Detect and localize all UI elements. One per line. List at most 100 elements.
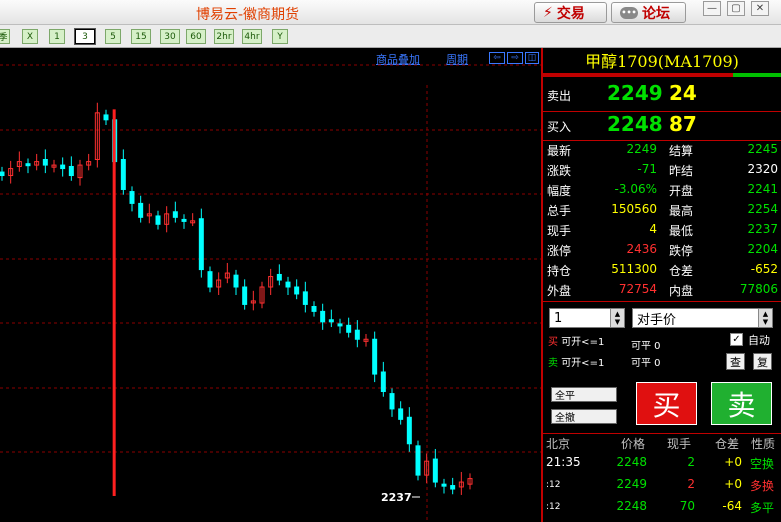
price-type-select[interactable]: 对手价 ▲ ▼ [632, 308, 773, 328]
divider [543, 140, 781, 141]
candle-body [233, 274, 239, 288]
ask-price: 2249 [607, 81, 663, 105]
forum-button[interactable]: ••• 论坛 [611, 2, 686, 23]
tick-vol: 2 [687, 477, 695, 491]
period-button-2[interactable]: 1 [49, 29, 65, 44]
period-button-0[interactable]: 季 [0, 29, 10, 44]
stat-value: 4 [649, 222, 657, 236]
quote-panel: 甲醇1709(MA1709) 卖出 2249 24 买入 2248 87 最新 2… [541, 48, 781, 522]
auto-checkbox[interactable]: ✓ [730, 333, 743, 346]
close-icon[interactable]: ✕ [751, 1, 769, 16]
stat-value: -71 [637, 162, 657, 176]
stat-label: 内盘 [669, 284, 694, 298]
price-type-spinner-icon[interactable]: ▲ ▼ [758, 309, 772, 327]
maximize-icon[interactable]: ▢ [727, 1, 745, 16]
auto-label: 自动 [748, 334, 770, 347]
candle-body [372, 338, 378, 375]
stat-label: 涨跌 [547, 164, 572, 178]
quantity-spinner-icon[interactable]: ▲ ▼ [610, 309, 624, 327]
candle-body [276, 273, 282, 281]
buy-info-row: 买 可开<=1 [548, 333, 604, 348]
tick-time: :12 [546, 480, 561, 490]
period-button-7[interactable]: 60 [186, 29, 206, 44]
stat-value: 2237 [747, 222, 778, 236]
chat-bubble-icon: ••• [620, 6, 638, 19]
quantity-value: 1 [554, 310, 563, 326]
minimize-icon[interactable]: — [703, 1, 721, 16]
forum-label: 论坛 [642, 5, 670, 22]
period-button-5[interactable]: 15 [131, 29, 151, 44]
period-button-3[interactable]: 3 [74, 28, 96, 45]
candle-body [207, 271, 213, 288]
candle-body [68, 165, 74, 177]
sell-close: 可平 0 [631, 358, 661, 369]
period-button-8[interactable]: 2hr [214, 29, 234, 44]
tick-price: 2248 [616, 499, 647, 513]
candle-body [328, 319, 334, 323]
trade-label: 交易 [556, 5, 585, 22]
candle-body [311, 306, 317, 312]
candle-body [398, 408, 404, 420]
stat-label: 昨结 [669, 164, 694, 178]
tick-time: 21:35 [546, 455, 581, 469]
tick-header: 现手 [667, 437, 692, 451]
price-type-value: 对手价 [637, 312, 677, 328]
stat-label: 结算 [669, 144, 694, 158]
tick-table-header: 北京 价格 现手 仓差 性质 [543, 435, 781, 453]
tick-header: 北京 [546, 437, 571, 451]
candle-body [242, 286, 248, 305]
candle-body [60, 164, 66, 170]
stat-label: 跌停 [669, 244, 694, 258]
period-button-10[interactable]: Y [272, 29, 288, 44]
period-toolbar: 季 X 1 3 5 15 30 60 2hr 4hr Y [0, 25, 781, 48]
close-all-button[interactable]: 全平 [551, 387, 617, 402]
ask-label: 卖出 [547, 89, 572, 103]
stat-label: 开盘 [669, 184, 694, 198]
candle-body [415, 445, 421, 476]
trade-button[interactable]: ⚡ 交易 [534, 2, 607, 23]
stat-value: 2204 [747, 242, 778, 256]
candle-body [129, 191, 135, 204]
candle-body [138, 202, 144, 218]
tick-diff: +0 [724, 477, 742, 491]
chart-area[interactable]: 商品叠加 周期 ⇦ ⇨ ◫ 2237 [0, 48, 541, 522]
divider [543, 433, 781, 434]
tick-nature: 空换 [750, 457, 775, 471]
stat-value: 150560 [611, 202, 657, 216]
sentiment-bar-green [733, 73, 781, 77]
spike-bar [112, 109, 116, 496]
period-button-4[interactable]: 5 [105, 29, 121, 44]
contract-name: 甲醇1709(MA1709) [585, 52, 739, 71]
tick-vol: 2 [687, 455, 695, 469]
tick-time: :12 [546, 502, 561, 512]
sell-button[interactable]: 卖 [711, 382, 772, 425]
sell-tag: 卖 [548, 358, 558, 369]
period-button-6[interactable]: 30 [160, 29, 180, 44]
query-button[interactable]: 查 [726, 353, 745, 370]
quantity-input[interactable]: 1 ▲ ▼ [549, 308, 625, 328]
ask-volume: 24 [669, 81, 697, 105]
buy-button[interactable]: 买 [636, 382, 697, 425]
candle-body [172, 211, 178, 218]
stat-value: -3.06% [614, 182, 657, 196]
period-button-1[interactable]: X [22, 29, 38, 44]
stat-label: 最高 [669, 204, 694, 218]
candle-body [198, 218, 204, 271]
stat-label: 幅度 [547, 184, 572, 198]
stat-value: 2320 [747, 162, 778, 176]
candle-body [320, 310, 326, 323]
tick-header: 性质 [751, 437, 776, 451]
stat-value: -652 [750, 262, 778, 276]
candle-body [432, 458, 438, 483]
candle-body [103, 114, 109, 121]
stat-value: 2249 [626, 142, 657, 156]
candle-body [294, 286, 300, 295]
copy-button[interactable]: 复 [753, 353, 772, 370]
cancel-all-button[interactable]: 全撤 [551, 409, 617, 424]
stat-label: 涨停 [547, 244, 572, 258]
stat-label: 最新 [547, 144, 572, 158]
tick-vol: 70 [679, 499, 695, 513]
stat-value: 2436 [626, 242, 657, 256]
latest-price-label: 2237 [381, 491, 412, 504]
period-button-9[interactable]: 4hr [242, 29, 262, 44]
